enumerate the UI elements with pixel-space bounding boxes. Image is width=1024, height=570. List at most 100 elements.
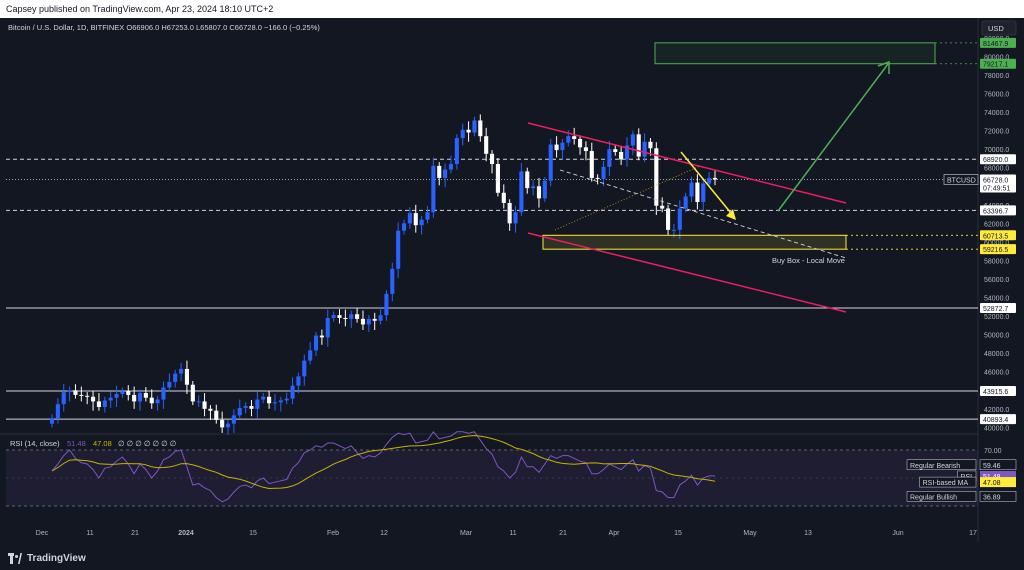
candle <box>677 208 682 230</box>
candle <box>607 149 612 167</box>
candle <box>489 153 495 165</box>
candle <box>231 415 236 424</box>
candle <box>366 318 371 325</box>
tradingview-logo[interactable]: TradingView <box>8 553 86 564</box>
candle <box>478 120 483 137</box>
candle <box>660 205 665 209</box>
candle <box>91 396 96 402</box>
x-tick: 11 <box>86 530 93 537</box>
candle <box>137 393 143 402</box>
candle <box>190 384 195 402</box>
candle <box>648 141 653 149</box>
candle <box>443 169 448 178</box>
candle <box>613 149 618 152</box>
candle <box>531 186 536 189</box>
candle <box>636 134 641 157</box>
candle <box>642 141 647 157</box>
candle <box>302 360 307 377</box>
candle <box>179 368 184 374</box>
candle <box>202 401 207 409</box>
candle <box>161 387 166 400</box>
candle <box>437 165 442 178</box>
candle <box>448 164 454 170</box>
candle <box>577 138 583 148</box>
candle <box>214 410 219 420</box>
chart-area[interactable]: Buy Box - Local Move82000.080000.078000.… <box>0 18 1024 542</box>
price-label: 81467.9 <box>983 41 1008 48</box>
level-label: 52872.7 <box>983 306 1008 313</box>
candle <box>143 393 148 398</box>
candle <box>378 315 383 321</box>
candle <box>102 400 107 407</box>
candle <box>495 164 500 193</box>
publisher-bar: Capsey published on TradingView.com, Apr… <box>0 0 1024 18</box>
price-tick: 42000.0 <box>984 407 1009 414</box>
rsi-legend-rest: ∅ ∅ ∅ ∅ ∅ ∅ ∅ <box>118 439 177 448</box>
rsi-value: 36.89 <box>983 494 1001 501</box>
buy-box <box>542 234 847 250</box>
candle <box>536 186 542 199</box>
x-tick: Dec <box>36 530 49 537</box>
candle <box>525 171 530 189</box>
price-tick: 54000.0 <box>984 296 1009 303</box>
price-tick: 62000.0 <box>984 221 1009 228</box>
candle <box>85 395 90 397</box>
candle <box>120 391 125 394</box>
candle <box>572 136 577 139</box>
candle <box>695 182 700 203</box>
candle <box>149 397 154 404</box>
level-label: 40893.4 <box>983 417 1008 424</box>
candle <box>220 419 225 428</box>
brand-name: TradingView <box>27 553 86 564</box>
price-label: 66728.0 <box>983 178 1008 185</box>
candle <box>554 144 559 151</box>
x-tick: 15 <box>674 530 682 537</box>
x-tick: Apr <box>609 530 621 537</box>
candle <box>460 129 465 139</box>
symbol-legend: Bitcoin / U.S. Dollar, 1D, BITFINEX O669… <box>8 23 320 32</box>
candle <box>507 202 512 224</box>
candle <box>49 418 55 424</box>
candle <box>712 177 718 180</box>
candle <box>61 392 66 405</box>
candle <box>472 120 477 133</box>
price-label: 60713.5 <box>983 233 1008 240</box>
rsi-legend-name: RSI (14, close) <box>10 439 60 448</box>
candle <box>296 376 301 386</box>
candle <box>360 318 366 325</box>
price-tick: 68000.0 <box>984 166 1009 173</box>
candle <box>173 373 178 382</box>
tradingview-logo-icon <box>8 553 22 564</box>
candle <box>431 165 436 213</box>
rsi-value: 47.08 <box>983 480 1001 487</box>
candle <box>683 196 688 209</box>
candle <box>501 192 506 203</box>
price-tick: 56000.0 <box>984 277 1009 284</box>
price-label: 59216.5 <box>983 247 1008 254</box>
candle <box>208 408 213 411</box>
candle <box>126 391 131 395</box>
rsi-value: 59.46 <box>983 463 1001 470</box>
candle <box>560 142 565 151</box>
candle <box>155 399 160 404</box>
x-tick: 12 <box>380 530 388 537</box>
candle <box>484 136 489 154</box>
price-tick: 50000.0 <box>984 333 1009 340</box>
level-label: 43915.6 <box>983 389 1008 396</box>
candle <box>666 208 671 230</box>
price-tick: 48000.0 <box>984 351 1009 358</box>
price-tick: 52000.0 <box>984 314 1009 321</box>
candle <box>595 177 600 179</box>
candle <box>419 219 424 226</box>
price-tick: 72000.0 <box>984 129 1009 136</box>
price-tick: 74000.0 <box>984 110 1009 117</box>
footer-bar: TradingView <box>0 548 1024 570</box>
x-tick: 2024 <box>178 530 194 537</box>
rsi-label-name: Regular Bearish <box>910 463 960 470</box>
x-tick: 11 <box>509 530 516 537</box>
candle <box>601 166 606 179</box>
candle <box>249 406 254 409</box>
price-chart[interactable]: Buy Box - Local Move82000.080000.078000.… <box>0 18 1024 542</box>
candle <box>73 390 78 395</box>
rsi-tick: 70.00 <box>984 448 1002 455</box>
